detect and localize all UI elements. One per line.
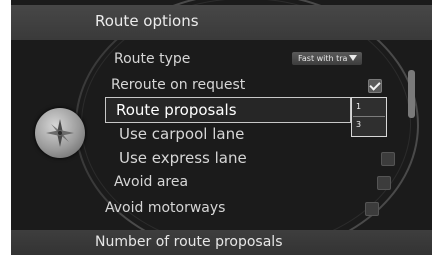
- reroute-label: Reroute on request: [111, 77, 246, 93]
- reroute-checkbox[interactable]: [368, 79, 382, 93]
- menu-item-avoid-area[interactable]: Avoid area: [114, 170, 394, 194]
- menu-item-route-proposals[interactable]: Route proposals: [105, 97, 351, 123]
- express-label: Use express lane: [119, 149, 247, 167]
- avoid-area-checkbox[interactable]: [377, 176, 391, 190]
- chevron-down-icon: [349, 55, 357, 61]
- footer-title: Number of route proposals: [95, 234, 283, 250]
- page-title: Route options: [95, 12, 199, 30]
- route-type-label: Route type: [114, 51, 191, 67]
- header: Route options: [11, 5, 432, 40]
- menu-item-avoid-motorways[interactable]: Avoid motorways: [105, 196, 385, 220]
- footer: Number of route proposals: [11, 230, 432, 255]
- popup-option-3[interactable]: 3: [356, 120, 361, 129]
- avoid-area-label: Avoid area: [114, 174, 189, 190]
- compass-icon: [35, 108, 85, 158]
- avoid-motorways-label: Avoid motorways: [105, 200, 226, 216]
- menu-item-use-carpool-lane[interactable]: Use carpool lane: [119, 122, 389, 146]
- express-lane-checkbox[interactable]: [381, 152, 395, 166]
- route-proposals-label: Route proposals: [116, 101, 237, 119]
- popup-option-1[interactable]: 1: [356, 102, 361, 111]
- route-type-dropdown[interactable]: Fast with tra: [292, 52, 362, 65]
- route-type-value: Fast with tra: [298, 54, 348, 63]
- avoid-motorways-checkbox[interactable]: [365, 202, 379, 216]
- menu-item-reroute-on-request[interactable]: Reroute on request: [106, 73, 396, 97]
- popup-divider: [353, 116, 385, 117]
- carpool-label: Use carpool lane: [119, 125, 245, 143]
- menu-item-use-express-lane[interactable]: Use express lane: [119, 146, 399, 170]
- route-proposals-popup: 1 3: [351, 97, 387, 137]
- scrollbar[interactable]: [408, 70, 415, 118]
- screen: Route options Route type Fast with tra R…: [11, 0, 432, 255]
